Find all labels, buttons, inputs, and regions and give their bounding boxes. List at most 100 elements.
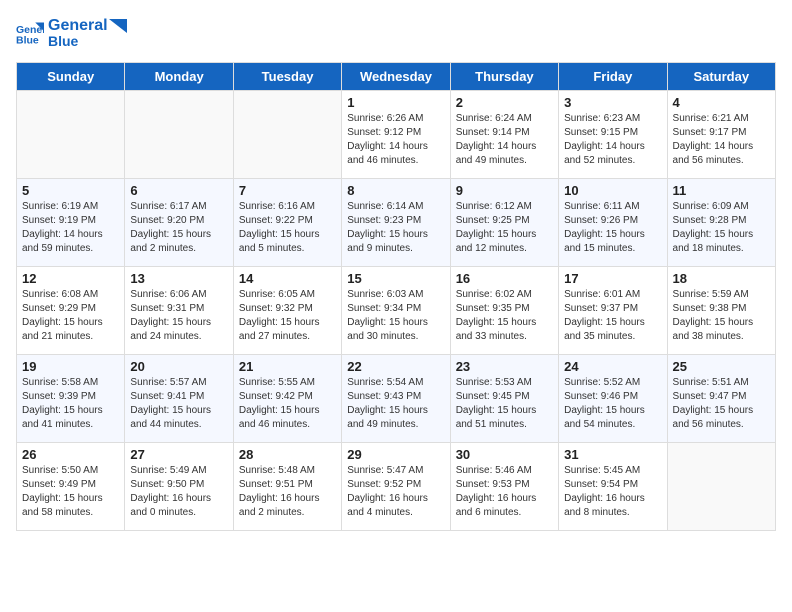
logo-blue: Blue: [48, 33, 127, 50]
day-number: 23: [456, 359, 553, 374]
calendar-cell: 10 Sunrise: 6:11 AM Sunset: 9:26 PM Dayl…: [559, 178, 667, 266]
weekday-header-tuesday: Tuesday: [233, 62, 341, 90]
calendar-cell: 25 Sunrise: 5:51 AM Sunset: 9:47 PM Dayl…: [667, 354, 775, 442]
day-daylight: Daylight: 14 hours and 46 minutes.: [347, 140, 444, 168]
day-daylight: Daylight: 16 hours and 4 minutes.: [347, 492, 444, 520]
day-daylight: Daylight: 14 hours and 49 minutes.: [456, 140, 553, 168]
calendar-cell: 30 Sunrise: 5:46 AM Sunset: 9:53 PM Dayl…: [450, 442, 558, 530]
calendar-cell: [667, 442, 775, 530]
weekday-header-thursday: Thursday: [450, 62, 558, 90]
day-daylight: Daylight: 14 hours and 59 minutes.: [22, 228, 119, 256]
day-daylight: Daylight: 15 hours and 2 minutes.: [130, 228, 227, 256]
day-sunrise: Sunrise: 5:55 AM: [239, 376, 336, 390]
day-sunrise: Sunrise: 5:59 AM: [673, 288, 770, 302]
day-sunrise: Sunrise: 5:46 AM: [456, 464, 553, 478]
day-daylight: Daylight: 16 hours and 2 minutes.: [239, 492, 336, 520]
calendar-cell: 9 Sunrise: 6:12 AM Sunset: 9:25 PM Dayli…: [450, 178, 558, 266]
day-number: 12: [22, 271, 119, 286]
day-number: 30: [456, 447, 553, 462]
day-sunrise: Sunrise: 6:17 AM: [130, 200, 227, 214]
weekday-header-friday: Friday: [559, 62, 667, 90]
logo: General Blue General Blue: [16, 16, 127, 50]
day-sunset: Sunset: 9:45 PM: [456, 390, 553, 404]
day-number: 6: [130, 183, 227, 198]
calendar-header-row: SundayMondayTuesdayWednesdayThursdayFrid…: [17, 62, 776, 90]
day-sunset: Sunset: 9:29 PM: [22, 302, 119, 316]
day-daylight: Daylight: 15 hours and 49 minutes.: [347, 404, 444, 432]
calendar-week-row: 19 Sunrise: 5:58 AM Sunset: 9:39 PM Dayl…: [17, 354, 776, 442]
day-sunset: Sunset: 9:51 PM: [239, 478, 336, 492]
day-number: 27: [130, 447, 227, 462]
day-number: 8: [347, 183, 444, 198]
day-sunset: Sunset: 9:14 PM: [456, 126, 553, 140]
day-sunset: Sunset: 9:17 PM: [673, 126, 770, 140]
calendar-cell: 6 Sunrise: 6:17 AM Sunset: 9:20 PM Dayli…: [125, 178, 233, 266]
day-number: 10: [564, 183, 661, 198]
day-sunrise: Sunrise: 6:19 AM: [22, 200, 119, 214]
day-daylight: Daylight: 15 hours and 18 minutes.: [673, 228, 770, 256]
calendar-cell: 20 Sunrise: 5:57 AM Sunset: 9:41 PM Dayl…: [125, 354, 233, 442]
day-sunrise: Sunrise: 6:02 AM: [456, 288, 553, 302]
day-sunrise: Sunrise: 6:08 AM: [22, 288, 119, 302]
calendar-cell: [125, 90, 233, 178]
day-daylight: Daylight: 15 hours and 9 minutes.: [347, 228, 444, 256]
logo-icon: General Blue: [16, 19, 44, 47]
calendar-cell: 3 Sunrise: 6:23 AM Sunset: 9:15 PM Dayli…: [559, 90, 667, 178]
day-sunset: Sunset: 9:52 PM: [347, 478, 444, 492]
calendar-cell: 31 Sunrise: 5:45 AM Sunset: 9:54 PM Dayl…: [559, 442, 667, 530]
day-daylight: Daylight: 15 hours and 38 minutes.: [673, 316, 770, 344]
day-sunrise: Sunrise: 5:51 AM: [673, 376, 770, 390]
day-sunset: Sunset: 9:32 PM: [239, 302, 336, 316]
calendar-cell: 8 Sunrise: 6:14 AM Sunset: 9:23 PM Dayli…: [342, 178, 450, 266]
day-sunset: Sunset: 9:39 PM: [22, 390, 119, 404]
day-sunrise: Sunrise: 6:09 AM: [673, 200, 770, 214]
day-sunset: Sunset: 9:53 PM: [456, 478, 553, 492]
day-sunrise: Sunrise: 6:11 AM: [564, 200, 661, 214]
day-daylight: Daylight: 15 hours and 5 minutes.: [239, 228, 336, 256]
day-sunrise: Sunrise: 6:03 AM: [347, 288, 444, 302]
weekday-header-monday: Monday: [125, 62, 233, 90]
day-daylight: Daylight: 15 hours and 12 minutes.: [456, 228, 553, 256]
calendar-cell: 24 Sunrise: 5:52 AM Sunset: 9:46 PM Dayl…: [559, 354, 667, 442]
day-number: 18: [673, 271, 770, 286]
calendar-cell: 21 Sunrise: 5:55 AM Sunset: 9:42 PM Dayl…: [233, 354, 341, 442]
day-number: 21: [239, 359, 336, 374]
page-header: General Blue General Blue: [16, 16, 776, 50]
day-sunrise: Sunrise: 6:26 AM: [347, 112, 444, 126]
day-number: 16: [456, 271, 553, 286]
day-sunset: Sunset: 9:20 PM: [130, 214, 227, 228]
calendar-cell: 19 Sunrise: 5:58 AM Sunset: 9:39 PM Dayl…: [17, 354, 125, 442]
calendar-cell: 11 Sunrise: 6:09 AM Sunset: 9:28 PM Dayl…: [667, 178, 775, 266]
day-number: 20: [130, 359, 227, 374]
day-sunset: Sunset: 9:23 PM: [347, 214, 444, 228]
calendar-week-row: 1 Sunrise: 6:26 AM Sunset: 9:12 PM Dayli…: [17, 90, 776, 178]
weekday-header-wednesday: Wednesday: [342, 62, 450, 90]
day-sunset: Sunset: 9:37 PM: [564, 302, 661, 316]
day-number: 13: [130, 271, 227, 286]
calendar-table: SundayMondayTuesdayWednesdayThursdayFrid…: [16, 62, 776, 531]
calendar-cell: [17, 90, 125, 178]
day-number: 3: [564, 95, 661, 110]
day-sunrise: Sunrise: 6:06 AM: [130, 288, 227, 302]
calendar-cell: 14 Sunrise: 6:05 AM Sunset: 9:32 PM Dayl…: [233, 266, 341, 354]
day-sunrise: Sunrise: 5:53 AM: [456, 376, 553, 390]
day-sunrise: Sunrise: 5:45 AM: [564, 464, 661, 478]
day-daylight: Daylight: 15 hours and 51 minutes.: [456, 404, 553, 432]
day-sunset: Sunset: 9:41 PM: [130, 390, 227, 404]
calendar-cell: [233, 90, 341, 178]
day-sunrise: Sunrise: 5:50 AM: [22, 464, 119, 478]
day-daylight: Daylight: 15 hours and 58 minutes.: [22, 492, 119, 520]
day-number: 31: [564, 447, 661, 462]
day-daylight: Daylight: 14 hours and 56 minutes.: [673, 140, 770, 168]
day-sunset: Sunset: 9:25 PM: [456, 214, 553, 228]
calendar-cell: 1 Sunrise: 6:26 AM Sunset: 9:12 PM Dayli…: [342, 90, 450, 178]
day-sunset: Sunset: 9:49 PM: [22, 478, 119, 492]
day-number: 28: [239, 447, 336, 462]
day-number: 25: [673, 359, 770, 374]
day-sunset: Sunset: 9:22 PM: [239, 214, 336, 228]
day-number: 15: [347, 271, 444, 286]
day-sunset: Sunset: 9:34 PM: [347, 302, 444, 316]
day-daylight: Daylight: 15 hours and 41 minutes.: [22, 404, 119, 432]
day-sunrise: Sunrise: 6:12 AM: [456, 200, 553, 214]
day-sunset: Sunset: 9:31 PM: [130, 302, 227, 316]
